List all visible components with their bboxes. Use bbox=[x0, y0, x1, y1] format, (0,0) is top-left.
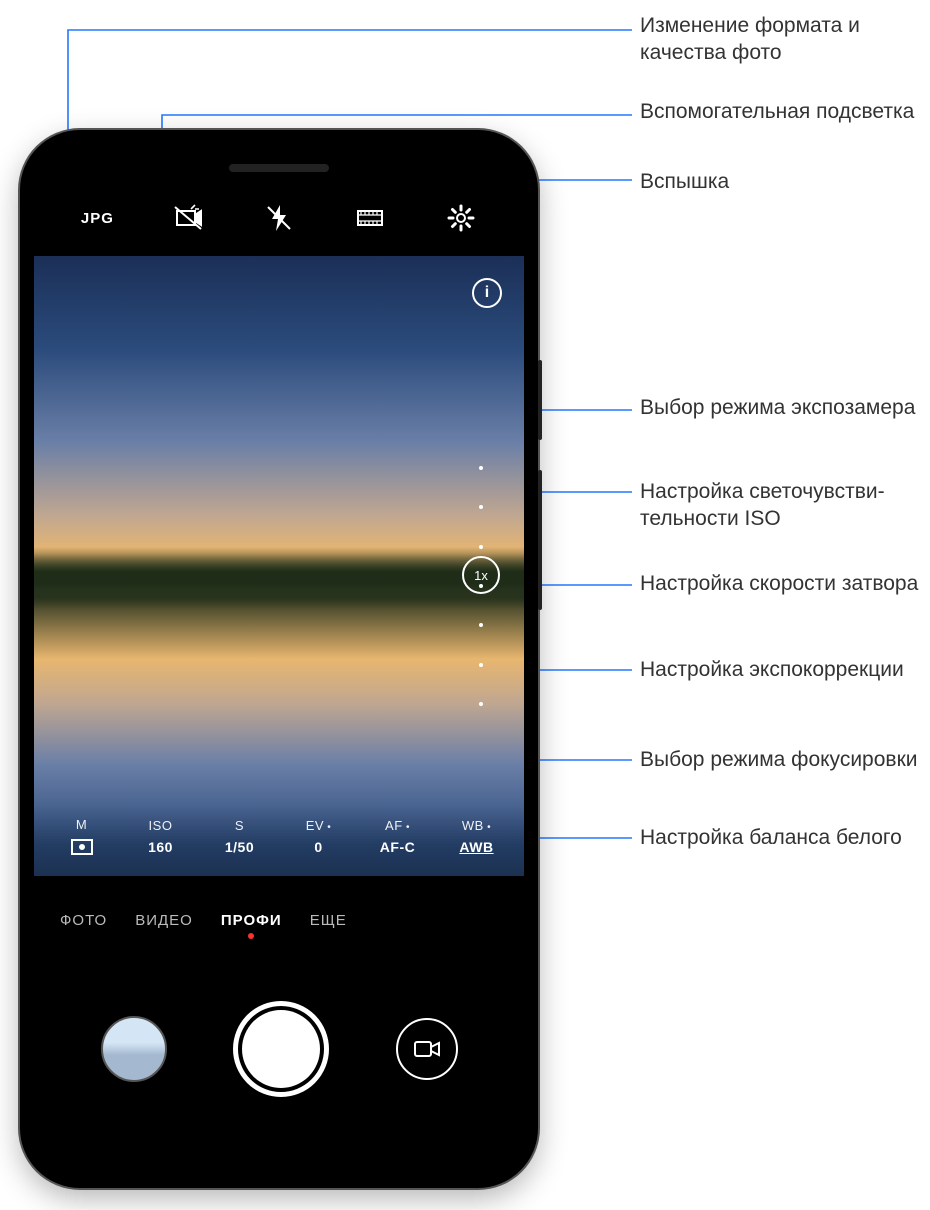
param-iso[interactable]: ISO 160 bbox=[126, 818, 196, 855]
landscape-horizon bbox=[34, 547, 524, 609]
metering-icon bbox=[47, 838, 117, 856]
param-af-value: AF-C bbox=[363, 839, 433, 855]
video-camera-icon bbox=[413, 1038, 441, 1060]
param-af-label: AF bbox=[363, 818, 433, 833]
param-shutter-value: 1/50 bbox=[205, 839, 275, 855]
param-ev[interactable]: EV 0 bbox=[284, 818, 354, 855]
assist-light-icon bbox=[173, 203, 203, 233]
zoom-level[interactable]: 1x bbox=[462, 556, 500, 594]
phone-screen: JPG bbox=[34, 144, 524, 1174]
settings-button[interactable] bbox=[441, 198, 481, 238]
pro-params-row: M ISO 160 S 1/50 EV 0 bbox=[34, 804, 524, 876]
aspect-button[interactable] bbox=[350, 198, 390, 238]
mode-video[interactable]: ВИДЕО bbox=[135, 912, 193, 929]
format-button[interactable]: JPG bbox=[77, 198, 117, 238]
param-shutter[interactable]: S 1/50 bbox=[205, 818, 275, 855]
param-wb-value: AWB bbox=[442, 839, 512, 855]
camera-topbar: JPG bbox=[34, 190, 524, 246]
viewfinder[interactable]: i 1x M ISO 160 bbox=[34, 256, 524, 876]
param-ev-value: 0 bbox=[284, 839, 354, 855]
param-wb-label: WB bbox=[442, 818, 512, 833]
speaker-slot bbox=[229, 164, 329, 172]
switch-camera-button[interactable] bbox=[396, 1018, 458, 1080]
shutter-row bbox=[34, 974, 524, 1124]
shutter-inner bbox=[242, 1010, 320, 1088]
param-ev-label: EV bbox=[284, 818, 354, 833]
flash-button[interactable] bbox=[259, 198, 299, 238]
param-iso-label: ISO bbox=[126, 818, 196, 833]
filmstrip-icon bbox=[355, 203, 385, 233]
param-shutter-label: S bbox=[205, 818, 275, 833]
param-metering-label: M bbox=[47, 817, 117, 832]
param-metering[interactable]: M bbox=[47, 817, 117, 856]
info-button[interactable]: i bbox=[472, 278, 502, 308]
param-iso-value: 160 bbox=[126, 839, 196, 855]
flash-off-icon bbox=[264, 203, 294, 233]
mode-photo[interactable]: ФОТО bbox=[60, 912, 107, 929]
gear-icon bbox=[446, 203, 476, 233]
mode-pro[interactable]: ПРОФИ bbox=[221, 912, 282, 929]
gallery-thumbnail[interactable] bbox=[101, 1016, 167, 1082]
param-wb[interactable]: WB AWB bbox=[442, 818, 512, 855]
param-af[interactable]: AF AF-C bbox=[363, 818, 433, 855]
assist-light-button[interactable] bbox=[168, 198, 208, 238]
shutter-button[interactable] bbox=[233, 1001, 329, 1097]
phone-frame: JPG bbox=[20, 130, 538, 1188]
mode-more[interactable]: ЕЩЕ bbox=[310, 912, 347, 929]
mode-selector[interactable]: ФОТО ВИДЕО ПРОФИ ЕЩЕ bbox=[34, 890, 524, 950]
